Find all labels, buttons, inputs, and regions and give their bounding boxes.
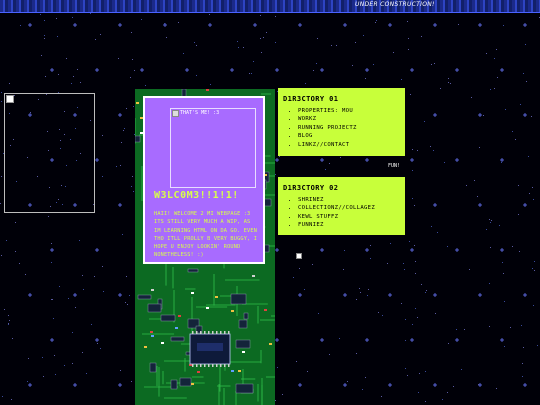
- nav-link-contact[interactable]: LINKZ//CONTACT: [298, 141, 357, 149]
- photo-alt-text: that's me! :3: [180, 110, 220, 116]
- under-construction-text: under construction!: [355, 1, 435, 8]
- broken-image-icon: [172, 110, 179, 117]
- top-banner: under construction!: [0, 0, 540, 13]
- nav-link-funniez[interactable]: FUNNIEZ: [298, 221, 375, 229]
- nav-link-blog[interactable]: BLOG: [298, 132, 357, 140]
- welcome-text: HAII! WELCOME 2 MI WEBPAGE :3 ITS STILL …: [154, 211, 258, 259]
- nav-link-properties[interactable]: PROPERTIES: MOU: [298, 107, 357, 115]
- nav-link-running-projectz[interactable]: RUNNING PROJECTZ: [298, 124, 357, 132]
- welcome-panel: that's me! :3 W3LC0M3!!1!1! HAII! WELCOM…: [143, 96, 265, 264]
- directory-01-list: PROPERTIES: MOU WORKZ RUNNING PROJECTZ B…: [284, 107, 357, 149]
- broken-image-icon: [6, 95, 14, 103]
- nav-link-kewl-stuffz[interactable]: KEWL STUFFZ: [298, 213, 375, 221]
- left-image-placeholder: [4, 93, 95, 213]
- nav-link-collectionz[interactable]: COLLECTIONZ//COLLAGEZ: [298, 204, 375, 212]
- directory-02-list: SHRINEZ COLLECTIONZ//COLLAGEZ KEWL STUFF…: [284, 196, 375, 230]
- directory-01-box: D1R3CTORY 01 PROPERTIES: MOU WORKZ RUNNI…: [278, 88, 405, 156]
- welcome-title: W3LC0M3!!1!1!: [154, 190, 239, 201]
- directory-02-box: D1R3CTORY 02 SHRINEZ COLLECTIONZ//COLLAG…: [278, 177, 405, 235]
- fun-label: FUN!: [388, 163, 401, 169]
- directory-02-title: D1R3CTORY 02: [283, 184, 339, 192]
- nav-link-shrinez[interactable]: SHRINEZ: [298, 196, 375, 204]
- directory-01-title: D1R3CTORY 01: [283, 95, 339, 103]
- nav-link-workz[interactable]: WORKZ: [298, 115, 357, 123]
- broken-image-icon: [296, 253, 302, 259]
- profile-photo: that's me! :3: [170, 108, 256, 188]
